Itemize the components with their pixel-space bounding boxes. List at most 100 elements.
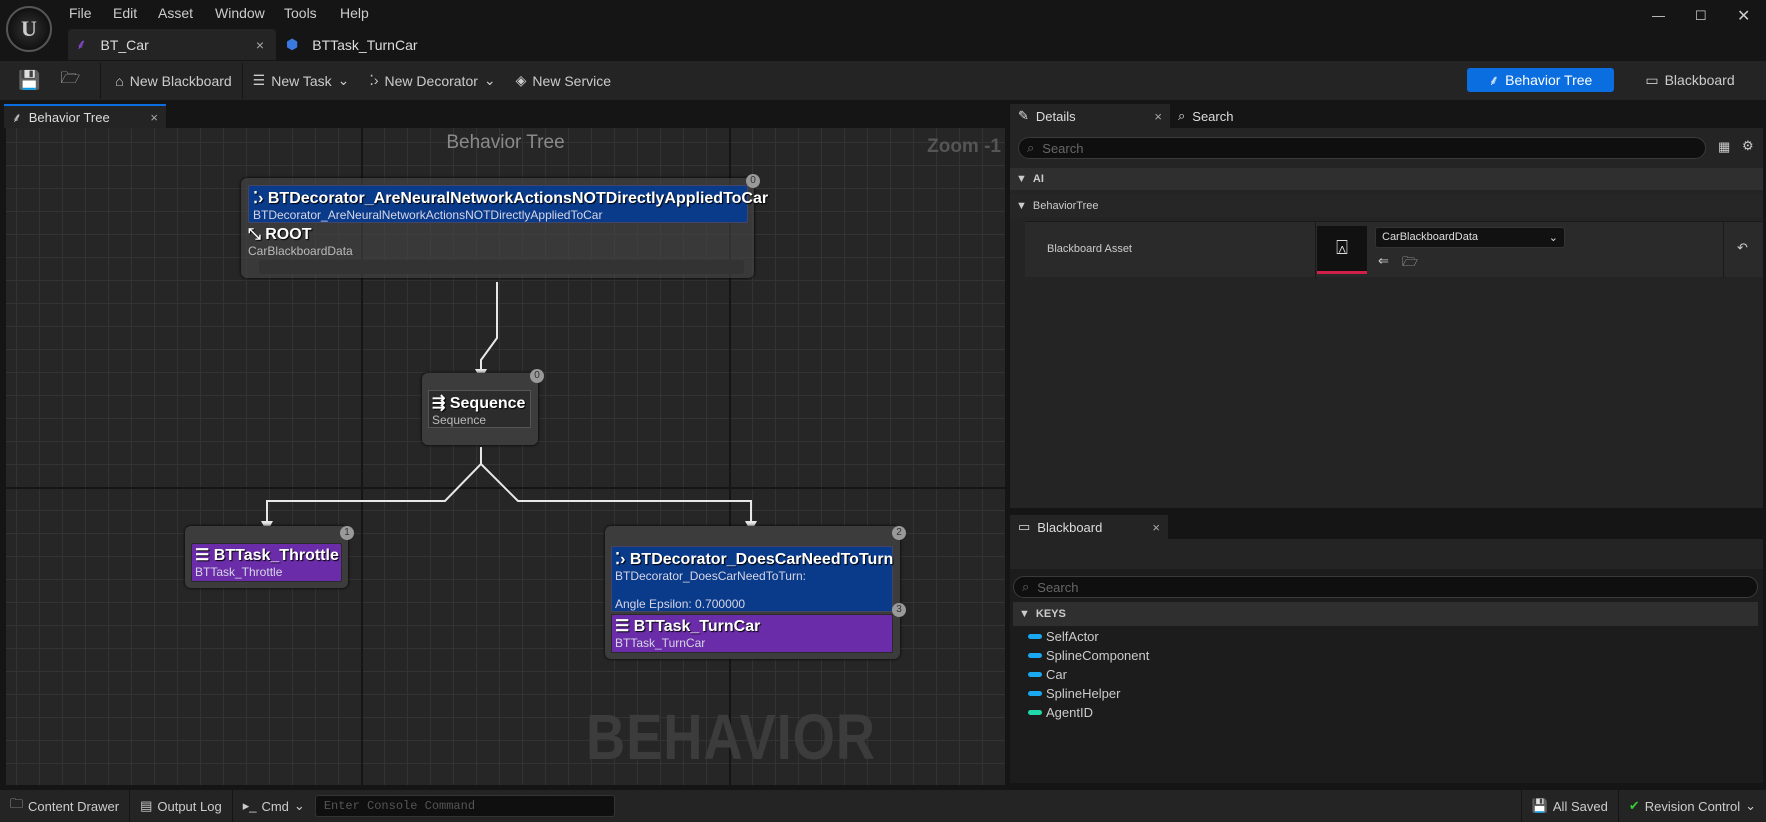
- blackboard-header: [1010, 539, 1763, 569]
- label: New Blackboard: [129, 72, 232, 89]
- tab-label: BT_Car: [100, 36, 149, 53]
- revision-control-button[interactable]: ✔ Revision Control ⌄: [1619, 790, 1766, 822]
- search-icon: ⌕: [1178, 108, 1186, 123]
- content-drawer-icon: 🗀: [10, 796, 24, 811]
- mode-behavior-tree-button[interactable]: ⸙ Behavior Tree: [1467, 68, 1614, 92]
- maximize-button[interactable]: ☐: [1695, 8, 1707, 24]
- key-type-icon: [1028, 672, 1042, 677]
- root-decorator[interactable]: ⁚› BTDecorator_AreNeuralNetworkActionsNO…: [248, 185, 768, 223]
- turn-car-task-node[interactable]: ⁚› BTDecorator_DoesCarNeedToTurn BTDecor…: [605, 526, 906, 659]
- browse-icon[interactable]: 🗁: [50, 67, 100, 94]
- divider: [1315, 222, 1316, 278]
- tab-search[interactable]: ⌕ Search: [1170, 104, 1241, 128]
- blackboard-search-input[interactable]: ⌕ Search: [1013, 576, 1758, 598]
- key-name: SplineComponent: [1046, 648, 1150, 663]
- wire-sequence-turn: [480, 463, 752, 526]
- key-type-icon: [1028, 634, 1042, 639]
- reset-icon[interactable]: ↶: [1737, 240, 1748, 256]
- triangle-down-icon: ▼: [1016, 199, 1027, 212]
- new-decorator-button[interactable]: ⁚› New Decorator ⌄: [359, 72, 505, 89]
- details-search-input[interactable]: ⌕ Search: [1018, 137, 1706, 159]
- tab-details[interactable]: ✎ Details ×: [1010, 104, 1170, 128]
- sequence-body: ⇶ Sequence Sequence: [428, 390, 531, 428]
- doc-tab-bttask-turncar[interactable]: ⬢ BTTask_TurnCar: [286, 29, 418, 60]
- minimize-button[interactable]: —: [1652, 8, 1665, 23]
- chevron-down-icon: ⌄: [337, 72, 350, 88]
- menu-window[interactable]: Window: [215, 5, 265, 21]
- label: ROOT: [265, 226, 312, 243]
- new-task-button[interactable]: ☰ New Task ⌄: [243, 72, 360, 89]
- doc-tab-bt-car[interactable]: ⸙ BT_Car ×: [68, 29, 276, 60]
- menu-edit[interactable]: Edit: [113, 5, 137, 21]
- chevron-down-icon: ⌄: [1745, 798, 1756, 813]
- blackboard-key[interactable]: SplineHelper: [1028, 686, 1120, 701]
- decorator-title: ⁚› BTDecorator_AreNeuralNetworkActionsNO…: [253, 188, 768, 208]
- property-row-blackboard-asset: Blackboard Asset ⍓ CarBlackboardData ⌄ ⇐ …: [1025, 221, 1763, 278]
- turn-car-task-body: ☰ BTTask_TurnCar BTTask_TurnCar: [611, 614, 893, 653]
- category-behaviortree[interactable]: ▼ BehaviorTree: [1010, 194, 1763, 217]
- tab-blackboard[interactable]: ▭ Blackboard ×: [1010, 515, 1168, 539]
- menu-help[interactable]: Help: [340, 5, 369, 21]
- all-saved-button[interactable]: 💾 All Saved: [1520, 790, 1619, 822]
- task-subtitle: BTTask_Throttle: [195, 565, 283, 579]
- close-tab-icon[interactable]: ×: [1152, 520, 1160, 535]
- category-ai[interactable]: ▼ AI: [1010, 168, 1763, 190]
- use-selected-icon[interactable]: ⇐: [1378, 253, 1389, 269]
- save-icon[interactable]: 💾: [0, 70, 50, 91]
- tab-label: BTTask_TurnCar: [312, 36, 418, 53]
- mode-blackboard-button[interactable]: ▭ Blackboard: [1644, 68, 1736, 92]
- label: Behavior Tree: [1505, 72, 1593, 88]
- label: Content Drawer: [28, 798, 120, 814]
- close-tab-icon[interactable]: ×: [150, 110, 158, 125]
- label: BTDecorator_AreNeuralNetworkActionsNOTDi…: [267, 190, 769, 207]
- graph-canvas[interactable]: Behavior Tree Zoom -1 BEHAVIOR TREE ⁚› B…: [6, 128, 1005, 785]
- new-blackboard-button[interactable]: ⌂ New Blackboard: [101, 73, 241, 89]
- output-log-button[interactable]: ▤ Output Log: [130, 790, 233, 822]
- keys-header[interactable]: ▼ KEYS: [1013, 602, 1758, 626]
- blackboard-key[interactable]: Car: [1028, 667, 1067, 682]
- console-command-input[interactable]: Enter Console Command: [314, 795, 615, 817]
- close-tab-icon[interactable]: ×: [256, 37, 264, 53]
- blackboard-icon: ▭: [1645, 71, 1659, 88]
- label: New Service: [532, 72, 612, 89]
- decorator-icon: ⁚›: [369, 72, 379, 88]
- menu-file[interactable]: File: [69, 5, 92, 21]
- divider: [1723, 222, 1724, 278]
- cmd-button[interactable]: ▸_ Cmd ⌄: [233, 790, 315, 822]
- asset-thumbnail[interactable]: ⍓: [1317, 226, 1367, 274]
- table-view-icon[interactable]: ▦: [1718, 139, 1730, 155]
- browse-icon[interactable]: 🗁: [1402, 253, 1418, 275]
- output-pin[interactable]: [259, 260, 744, 274]
- label: AI: [1032, 173, 1044, 185]
- placeholder: Search: [1042, 140, 1084, 156]
- close-window-button[interactable]: ✕: [1737, 6, 1750, 26]
- output-log-icon: ▤: [140, 798, 153, 813]
- new-service-button[interactable]: ◈ New Service: [506, 72, 621, 89]
- blueprint-icon: ⬢: [286, 36, 299, 52]
- menu-asset[interactable]: Asset: [158, 5, 193, 21]
- search-icon: ⌕: [1022, 579, 1030, 594]
- root-node[interactable]: ⁚› BTDecorator_AreNeuralNetworkActionsNO…: [241, 174, 768, 278]
- content-drawer-button[interactable]: 🗀 Content Drawer: [0, 790, 131, 822]
- blackboard-key[interactable]: SelfActor: [1028, 629, 1099, 644]
- gear-icon[interactable]: ⚙: [1742, 138, 1754, 154]
- sequence-node[interactable]: ⇶ Sequence Sequence 0: [422, 369, 544, 445]
- blackboard-asset-dropdown[interactable]: CarBlackboardData ⌄: [1375, 227, 1565, 248]
- decorator-subtitle: BTDecorator_AreNeuralNetworkActionsNOTDi…: [253, 208, 603, 222]
- key-name: AgentID: [1046, 705, 1093, 720]
- tab-behavior-tree-graph[interactable]: ⸙ Behavior Tree ×: [4, 104, 166, 128]
- label: All Saved: [1552, 798, 1608, 814]
- sequence-icon: ⇶: [432, 395, 450, 412]
- close-tab-icon[interactable]: ×: [1154, 109, 1162, 124]
- menu-tools[interactable]: Tools: [284, 5, 317, 21]
- unreal-logo[interactable]: U: [6, 6, 52, 52]
- behavior-tree-icon: ⸙: [12, 110, 22, 125]
- throttle-task-node[interactable]: ☰ BTTask_Throttle BTTask_Throttle 1: [185, 526, 354, 588]
- blackboard-key[interactable]: SplineComponent: [1028, 648, 1149, 663]
- triangle-down-icon: ▼: [1016, 173, 1027, 185]
- does-car-need-to-turn-decorator[interactable]: ⁚› BTDecorator_DoesCarNeedToTurn BTDecor…: [611, 546, 893, 612]
- sequence-subtitle: Sequence: [432, 413, 487, 427]
- execution-index-badge: 2: [892, 526, 906, 540]
- blackboard-key[interactable]: AgentID: [1028, 705, 1093, 720]
- task-subtitle: BTTask_TurnCar: [615, 636, 706, 650]
